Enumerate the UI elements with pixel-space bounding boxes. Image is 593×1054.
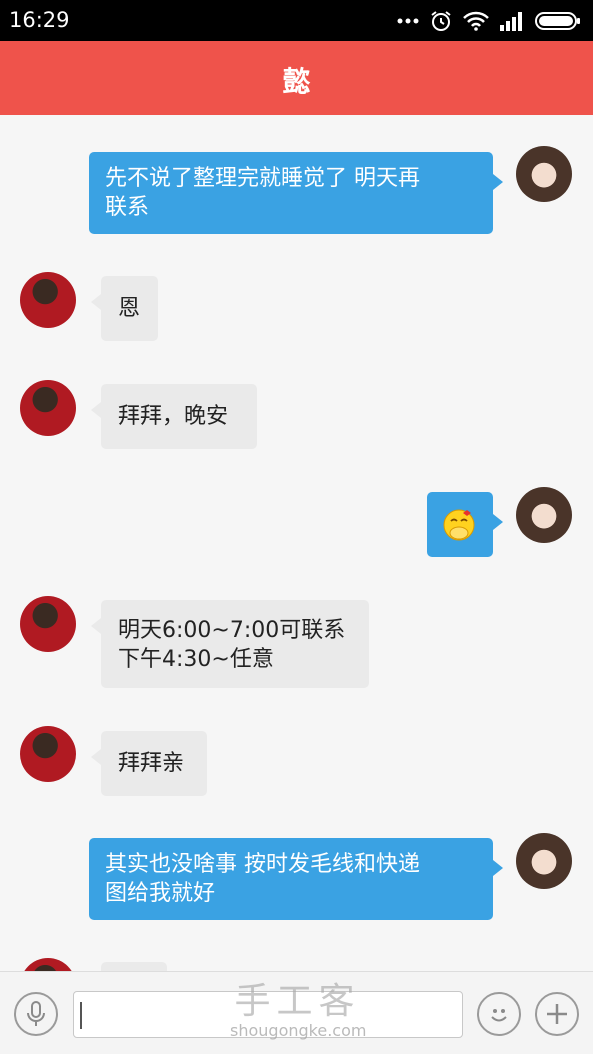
message-bubble-incoming[interactable]: 恩: [91, 276, 158, 341]
message-list[interactable]: 先不说了整理完就睡觉了 明天再 联系 恩 拜拜，晚安 明天6:00~7:00可联…: [0, 115, 593, 971]
contact-avatar[interactable]: [20, 596, 76, 652]
emoji-icon: [491, 1009, 507, 1022]
plus-icon: [547, 1004, 567, 1024]
message-bubble-outgoing[interactable]: [427, 492, 503, 557]
microphone-icon: [27, 1001, 45, 1026]
message-text-line: 其实也没啥事 按时发毛线和快递: [105, 852, 420, 877]
message-text-line: 下午4:30~任意: [118, 647, 274, 672]
covering-mouth-emoji-icon: [443, 509, 475, 541]
message-text-line: 明天6:00~7:00可联系: [118, 618, 346, 643]
message-text-line: 联系: [105, 195, 150, 220]
status-icons: [397, 8, 581, 34]
message-text-line: 图给我就好: [105, 881, 216, 906]
more-dots-icon: [397, 18, 419, 24]
message-text-line: 恩: [118, 296, 141, 321]
voice-button[interactable]: [14, 992, 58, 1036]
contact-name: 懿: [282, 65, 311, 98]
message-bubble-outgoing[interactable]: 其实也没啥事 按时发毛线和快递 图给我就好: [89, 838, 503, 920]
message-bubble-incoming[interactable]: 明天6:00~7:00可联系 下午4:30~任意: [91, 600, 369, 688]
more-button[interactable]: [535, 992, 579, 1036]
chat-header: 懿: [0, 41, 593, 115]
message-text-line: 拜拜亲: [118, 751, 185, 776]
text-caret: [80, 1002, 82, 1029]
contact-avatar[interactable]: [20, 726, 76, 782]
signal-icon: [500, 12, 522, 31]
my-avatar[interactable]: [516, 487, 572, 543]
message-text-line: 拜拜，晚安: [118, 404, 229, 429]
my-avatar[interactable]: [516, 833, 572, 889]
message-input[interactable]: [73, 991, 463, 1038]
message-bubble-incoming[interactable]: [101, 962, 167, 971]
status-bar: 16:29: [0, 0, 593, 41]
alarm-icon: [431, 11, 451, 31]
message-text-line: 先不说了整理完就睡觉了 明天再: [105, 166, 420, 191]
my-avatar[interactable]: [516, 146, 572, 202]
message-bubble-incoming[interactable]: 拜拜，晚安: [91, 384, 257, 449]
emoji-button[interactable]: [477, 992, 521, 1036]
status-time: 16:29: [9, 8, 70, 32]
message-bubble-outgoing[interactable]: 先不说了整理完就睡觉了 明天再 联系: [89, 152, 503, 234]
wifi-icon: [463, 11, 489, 31]
contact-avatar[interactable]: [20, 272, 76, 328]
contact-avatar[interactable]: [20, 380, 76, 436]
message-bubble-incoming[interactable]: 拜拜亲: [91, 731, 207, 796]
input-bar: [0, 971, 593, 1054]
battery-icon: [535, 12, 580, 30]
contact-avatar[interactable]: [20, 958, 76, 971]
